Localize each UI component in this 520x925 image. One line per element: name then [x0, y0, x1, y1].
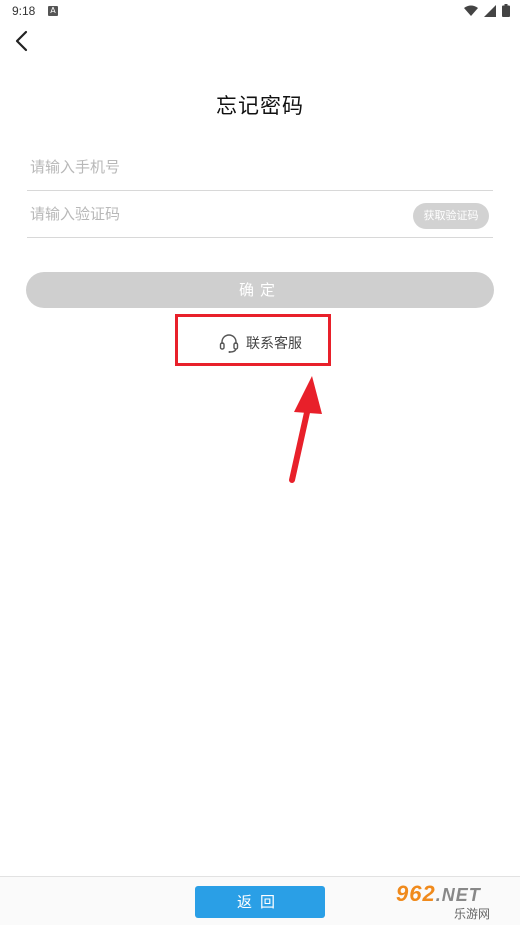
annotation-arrow: [289, 376, 322, 483]
phone-field: [27, 144, 493, 191]
chevron-left-icon: [15, 30, 28, 52]
code-field: 获取验证码: [27, 191, 493, 238]
verification-code-input[interactable]: [30, 201, 390, 227]
battery-icon: [502, 4, 510, 17]
get-code-button[interactable]: 获取验证码: [413, 203, 489, 229]
status-time: 9:18: [12, 4, 36, 18]
phone-input[interactable]: [30, 154, 390, 180]
watermark-subtext: 乐游网: [454, 907, 491, 921]
contact-service-link[interactable]: 联系客服: [218, 332, 302, 354]
back-button[interactable]: [10, 28, 36, 54]
watermark-logo: 962.NET 乐游网: [390, 881, 514, 921]
cellular-icon: [484, 4, 496, 17]
bottom-bar: 返回 962.NET 乐游网: [0, 876, 520, 925]
contact-service-label: 联系客服: [246, 336, 302, 352]
notification-icon: A: [48, 6, 58, 16]
status-bar: 9:18 A: [0, 0, 520, 24]
watermark-text: 962.NET: [396, 881, 481, 906]
wifi-icon: [464, 5, 478, 16]
return-button[interactable]: 返回: [195, 886, 325, 918]
page-title: 忘记密码: [216, 94, 304, 118]
headset-icon: [219, 334, 239, 353]
status-icons: [464, 4, 510, 17]
confirm-button[interactable]: 确定: [26, 272, 494, 308]
